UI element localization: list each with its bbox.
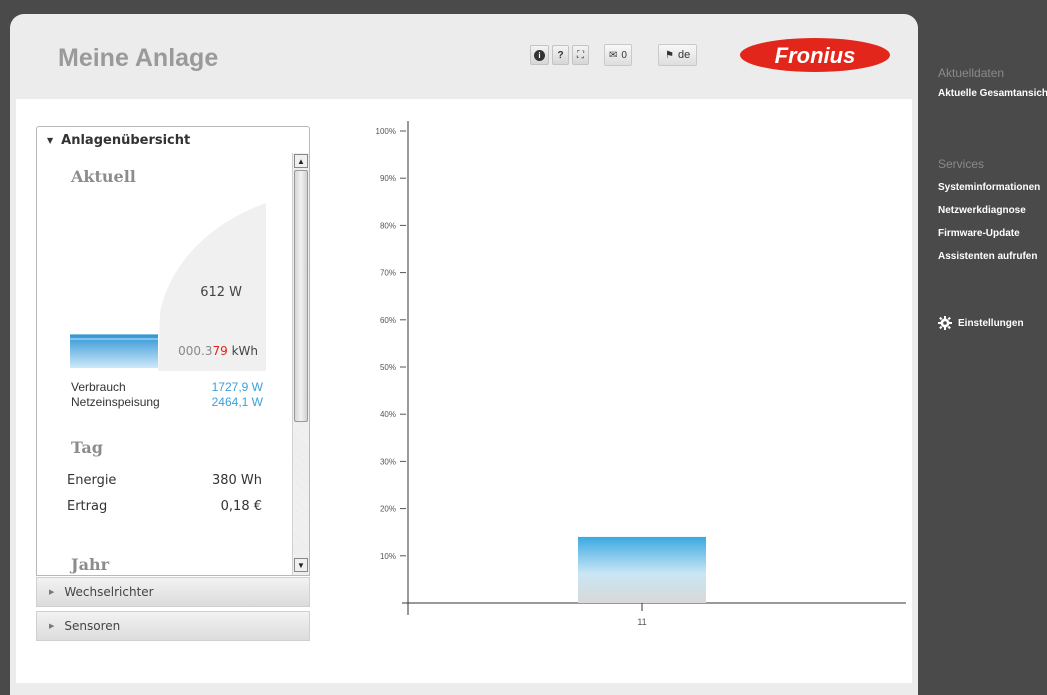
day-energy-value: 380 Wh [211,473,262,488]
caret-down-icon: ▼ [47,135,54,145]
accordion-label-wechselrichter: Wechselrichter [64,585,154,599]
day-yield-label: Ertrag [67,499,108,514]
energy-unit: kWh [231,344,258,358]
chart-bar [578,536,706,603]
y-tick-label: 50% [380,363,396,372]
right-sidebar: Aktuelldaten Aktuelle Gesamtansicht Serv… [930,0,1047,695]
sidebar-item-assistenten[interactable]: Assistenten aufrufen [938,251,1037,262]
sidebar-item-gesamtansicht[interactable]: Aktuelle Gesamtansicht [938,88,1047,99]
caret-right-icon: ▶ [49,622,55,630]
accordion-title: Anlagenübersicht [61,132,191,148]
consumption-label: Verbrauch [71,380,126,394]
accordion-wechselrichter[interactable]: ▶ Wechselrichter [36,577,310,607]
accordion-body: Aktuell 612 W 000.379 kWh Verbrauch 1727… [36,153,310,576]
energy-digits: 000.3 [178,344,213,358]
y-tick-label: 30% [380,457,396,466]
chart-svg: 100% 90% 80% 70% 60% 50% 40% 30% 20% 10% 11 [376,121,906,627]
current-title: Aktuell [71,167,136,186]
flag-icon: ⚑ [665,49,674,61]
envelope-icon: ✉ [609,49,618,61]
y-tick-label: 80% [380,221,396,230]
content-area: ▼ Anlagenübersicht Aktuell 612 W 000.379… [16,99,912,683]
caret-right-icon: ▶ [49,588,55,596]
day-title: Tag [71,438,103,457]
energy-counter: 000.379 kWh [178,344,258,358]
y-tick-label: 100% [376,127,396,136]
y-tick-label: 90% [380,174,396,183]
help-icon: ? [557,49,564,61]
overview-content: Aktuell 612 W 000.379 kWh Verbrauch 1727… [37,153,293,575]
logo-text: Fronius [775,43,856,68]
scroll-thumb[interactable] [294,170,308,422]
bar-chart: 100% 90% 80% 70% 60% 50% 40% 30% 20% 10% 11 [346,117,906,637]
fullscreen-icon: ⛶ [577,49,584,61]
main-card: Meine Anlage i ? ⛶ ✉ 0 ⚑ de Fronius ▼ An… [10,14,918,695]
toolbar-help-group: i ? ⛶ [530,44,589,66]
messages-button[interactable]: ✉ 0 [604,44,632,66]
power-gauge: 612 W 000.379 kWh [70,203,266,371]
page-title: Meine Anlage [58,44,219,72]
gear-icon[interactable] [938,316,952,330]
help-button[interactable]: ? [552,45,569,65]
sidebar-item-firmware-update[interactable]: Firmware-Update [938,228,1020,239]
accordion-sensoren[interactable]: ▶ Sensoren [36,611,310,641]
sidebar-item-netzwerkdiagnose[interactable]: Netzwerkdiagnose [938,205,1026,216]
accordion-header-anlagenuebersicht[interactable]: ▼ Anlagenübersicht [36,126,310,153]
day-energy-label: Energie [67,473,117,488]
sidebar-section-aktuelldaten: Aktuelldaten [938,66,1005,80]
header: Meine Anlage i ? ⛶ ✉ 0 ⚑ de Fronius [10,14,918,96]
feed-in-value: 2464,1 W [211,395,263,409]
y-tick-label: 70% [380,269,396,278]
language-label: de [677,49,691,61]
sidebar-item-systeminformationen[interactable]: Systeminformationen [938,182,1040,193]
sidebar-item-einstellungen[interactable]: Einstellungen [958,318,1024,329]
day-yield-value: 0,18 € [220,499,262,514]
x-tick-label: 11 [637,617,646,627]
scroll-up-icon[interactable]: ▲ [294,154,308,168]
scroll-down-icon[interactable]: ▼ [294,558,308,572]
energy-digits-red: 79 [212,344,228,358]
fullscreen-button[interactable]: ⛶ [572,45,589,65]
y-tick-label: 60% [380,316,396,325]
info-icon: i [534,49,545,61]
year-title: Jahr [71,555,109,574]
y-tick-label: 20% [380,505,396,514]
feed-in-label: Netzeinspeisung [71,395,160,409]
toolbar-messages: ✉ 0 [604,44,632,66]
panel-scrollbar[interactable]: ▲ ▼ [292,153,309,575]
current-power: 612 W [200,285,242,300]
messages-count: 0 [621,49,627,61]
toolbar-language: ⚑ de [658,44,698,66]
accordion-label-sensoren: Sensoren [64,619,121,633]
y-tick-label: 40% [380,410,396,419]
info-button[interactable]: i [530,45,549,65]
y-tick-label: 10% [380,552,396,561]
language-button[interactable]: ⚑ de [658,44,698,66]
consumption-value: 1727,9 W [211,380,263,394]
fronius-logo: Fronius [739,37,891,73]
sidebar-section-services: Services [938,157,985,171]
